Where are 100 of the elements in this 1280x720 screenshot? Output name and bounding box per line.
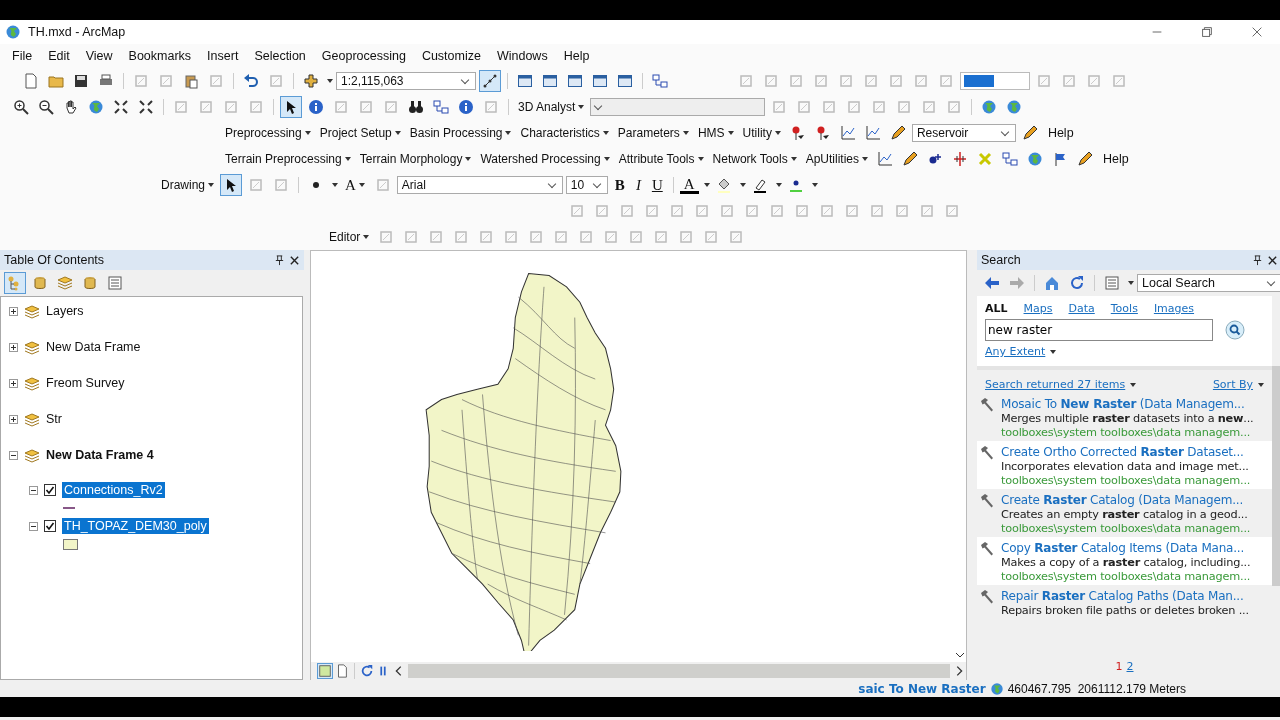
checkbox[interactable]: [44, 520, 56, 532]
menu-item[interactable]: Bookmarks: [120, 49, 200, 63]
expander-icon[interactable]: [9, 343, 18, 352]
expander-icon[interactable]: [9, 307, 18, 316]
tree-list-icon[interactable]: [4, 272, 26, 294]
bold-button[interactable]: B: [610, 176, 629, 194]
search-icon[interactable]: [1225, 320, 1245, 340]
result-description: Makes a copy of a raster catalog, including...: [1001, 556, 1251, 569]
toolbar-menu[interactable]: Basin Processing: [406, 126, 515, 140]
search-tab[interactable]: Data: [1068, 302, 1095, 315]
refresh-icon[interactable]: [360, 664, 374, 678]
menu-item[interactable]: Selection: [246, 49, 314, 63]
toolbar-menu[interactable]: Terrain Morphology: [356, 152, 475, 166]
toolbar-menu[interactable]: Network Tools: [709, 152, 800, 166]
page-link[interactable]: 2: [1126, 660, 1134, 680]
close-icon[interactable]: [289, 254, 300, 266]
font-size-combo[interactable]: 10: [565, 176, 608, 194]
hammer-icon: [979, 397, 995, 413]
expander-icon[interactable]: [29, 485, 38, 495]
restore-icon[interactable]: [1200, 25, 1214, 39]
layers-icon: [23, 303, 41, 321]
search-scope-combo[interactable]: Local Search: [1137, 274, 1280, 292]
editor-toolbar-icon[interactable]: [479, 70, 501, 92]
scrollbar-thumb[interactable]: [1272, 366, 1280, 586]
pin-icon[interactable]: [274, 254, 285, 266]
menu-item[interactable]: Customize: [413, 49, 489, 63]
close-icon[interactable]: [1267, 254, 1278, 266]
search-tab[interactable]: Maps: [1023, 302, 1053, 315]
toolbar-menu[interactable]: Utility: [739, 126, 784, 140]
toolbar-menu[interactable]: HMS: [694, 126, 737, 140]
expander-icon[interactable]: [9, 379, 18, 388]
toolbar-menu[interactable]: ApUtilities: [802, 152, 872, 166]
menu-item[interactable]: View: [77, 49, 121, 63]
data-frame-label[interactable]: Freom Survey: [46, 373, 125, 390]
panel-title: Search: [981, 253, 1021, 267]
layer-label[interactable]: TH_TOPAZ_DEM30_poly: [62, 518, 209, 534]
search-tab[interactable]: Images: [1153, 302, 1195, 315]
data-frame-label[interactable]: New Data Frame: [46, 337, 141, 354]
data-frame-label[interactable]: Str: [46, 409, 62, 426]
result-title-link[interactable]: Create Raster Catalog (Data Managem...: [1001, 493, 1251, 507]
layout-view-icon[interactable]: [335, 664, 349, 678]
data-frame-label[interactable]: New Data Frame 4: [46, 445, 154, 462]
result-path: toolboxes\system toolboxes\data managem...: [1001, 474, 1251, 487]
editor-menu[interactable]: Editor: [326, 230, 373, 244]
search-tab[interactable]: Tools: [1110, 302, 1138, 315]
results-summary-link[interactable]: Search returned 27 items: [985, 378, 1137, 391]
data-view-icon[interactable]: [317, 663, 333, 679]
layer-combo[interactable]: [590, 98, 766, 116]
search-tab[interactable]: ALL: [985, 302, 1008, 315]
result-title-link[interactable]: Repair Raster Catalog Paths (Data Man...: [1001, 589, 1249, 603]
result-description: Incorporates elevation data and image met...: [1001, 460, 1250, 473]
font-combo[interactable]: Arial: [396, 176, 563, 194]
pin-icon[interactable]: [1252, 254, 1263, 266]
toolbar-menu[interactable]: Parameters: [614, 126, 692, 140]
expander-icon[interactable]: [9, 415, 18, 424]
italic-button[interactable]: I: [631, 176, 645, 194]
toolbar-menu[interactable]: Watershed Processing: [477, 152, 613, 166]
menu-item[interactable]: File: [4, 49, 41, 63]
scale-combo[interactable]: 1:2,115,063: [336, 72, 476, 90]
3d-analyst-menu[interactable]: 3D Analyst: [515, 100, 588, 114]
font-color-button[interactable]: A: [679, 176, 699, 194]
toolbar-menu[interactable]: Preprocessing: [222, 126, 314, 140]
expander-icon[interactable]: [29, 521, 38, 531]
select-pointer-icon[interactable]: [220, 174, 242, 196]
layers-icon: [23, 411, 41, 429]
help-button[interactable]: Help: [1043, 126, 1078, 140]
result-path: toolboxes\system toolboxes\data managem...: [1001, 522, 1251, 535]
result-title-link[interactable]: Copy Raster Catalog Items (Data Mana...: [1001, 541, 1251, 555]
toolbar-menu[interactable]: Characteristics: [517, 126, 612, 140]
result-title-link[interactable]: Create Ortho Corrected Raster Dataset...: [1001, 445, 1251, 459]
extent-link[interactable]: Any Extent: [985, 345, 1264, 358]
toolbar-menu[interactable]: Terrain Preprocessing: [222, 152, 354, 166]
underline-button[interactable]: U: [647, 176, 667, 194]
sort-by-link[interactable]: Sort By: [1212, 378, 1264, 391]
expander-icon[interactable]: [9, 451, 18, 460]
toolbar-menu[interactable]: Attribute Tools: [615, 152, 707, 166]
search-field[interactable]: new raster: [985, 319, 1213, 341]
result-title-link[interactable]: Mosaic To New Raster (Data Managem...: [1001, 397, 1254, 411]
toolbar-menu[interactable]: Project Setup: [316, 126, 404, 140]
menu-item[interactable]: Windows: [488, 49, 556, 63]
layers-icon: [23, 339, 41, 357]
help-button[interactable]: Help: [1099, 152, 1133, 166]
reservoir-combo[interactable]: Reservoir: [911, 124, 1016, 142]
scroll-down-icon[interactable]: [955, 652, 965, 658]
status-message: saic To New Raster: [858, 681, 986, 696]
zoom-percent-combo[interactable]: [960, 72, 1030, 90]
globe-icon: [989, 681, 1004, 696]
page-link[interactable]: 1: [1115, 660, 1123, 680]
text-tool-button[interactable]: A: [341, 176, 369, 194]
select-pointer-icon[interactable]: [280, 96, 302, 118]
result-description: Repairs broken file paths or deletes broken ...: [1001, 604, 1249, 617]
menu-item[interactable]: Help: [555, 49, 598, 63]
layer-label[interactable]: Connections_Rv2: [62, 482, 165, 498]
menu-item[interactable]: Geoprocessing: [313, 49, 414, 63]
drawing-menu[interactable]: Drawing: [158, 178, 217, 192]
menu-item[interactable]: Edit: [40, 49, 78, 63]
data-frame-label[interactable]: Layers: [46, 301, 84, 318]
horizontal-scrollbar[interactable]: [408, 664, 950, 678]
menu-item[interactable]: Insert: [199, 49, 247, 63]
checkbox[interactable]: [44, 484, 56, 496]
